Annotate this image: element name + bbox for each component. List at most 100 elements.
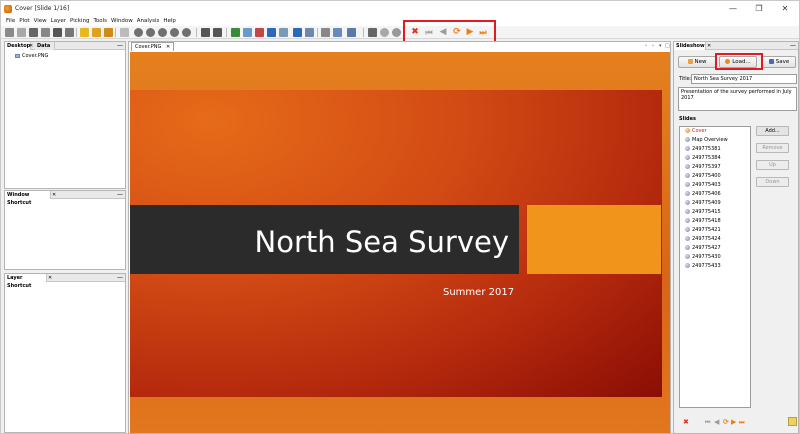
list-item[interactable]: 249775433 [685, 263, 721, 269]
tree-item-cover[interactable]: Cover.PNG [15, 53, 48, 59]
minimize-panel-icon[interactable]: — [117, 191, 123, 199]
maximize-icon[interactable]: □ [665, 43, 670, 49]
menu-picking[interactable]: Picking [68, 17, 91, 26]
list-item[interactable]: 249775403 [685, 182, 721, 188]
description-input[interactable]: Presentation of the survey performed in … [678, 87, 797, 111]
zoom-in-icon[interactable] [158, 28, 167, 37]
minimize-panel-icon[interactable]: — [117, 42, 123, 50]
scroll-right-icon[interactable]: › [652, 43, 654, 49]
save-button[interactable]: Save [762, 56, 796, 68]
zoom-out-icon[interactable] [146, 28, 155, 37]
tab-layer-shortcut[interactable]: Layer Shortcut [5, 274, 47, 289]
note-icon[interactable] [788, 417, 797, 426]
tab-window-shortcut[interactable]: Window Shortcut [5, 191, 51, 206]
slideshow-panel: Slideshow ✕ — New Load... Save Title: No… [673, 41, 799, 434]
slide-item-cover[interactable]: Cover [685, 128, 707, 134]
table-icon[interactable] [65, 28, 74, 37]
first-slide-icon[interactable]: ⏮ [705, 419, 710, 427]
tab-list-icon[interactable]: ▾ [659, 43, 662, 49]
list-item[interactable]: 249775424 [685, 236, 721, 242]
close-icon[interactable]: ✕ [29, 42, 33, 50]
stop-slideshow-icon[interactable]: ✖ [683, 418, 689, 426]
globe-icon[interactable] [347, 28, 356, 37]
zoom-in-icon[interactable] [182, 28, 191, 37]
chart-icon[interactable] [305, 28, 314, 37]
key-icon[interactable] [368, 28, 377, 37]
move-up-button[interactable]: Up [756, 160, 789, 170]
pointer-icon[interactable] [5, 28, 14, 37]
pan-icon[interactable] [213, 28, 222, 37]
close-icon[interactable]: ✕ [48, 274, 52, 282]
list-item[interactable]: 249775421 [685, 227, 721, 233]
pan-icon[interactable] [201, 28, 210, 37]
grid-icon[interactable] [17, 28, 26, 37]
menu-file[interactable]: File [4, 17, 17, 26]
menu-plot[interactable]: Plot [17, 17, 31, 26]
list-item[interactable]: 249775384 [685, 155, 721, 161]
list-item[interactable]: 249775430 [685, 254, 721, 260]
play-slideshow-icon[interactable]: ▶ [731, 418, 736, 426]
chart-icon[interactable] [293, 28, 302, 37]
slides-list[interactable]: Cover Map Overview 249775381 249775384 2… [679, 126, 751, 408]
table-icon[interactable] [53, 28, 62, 37]
loop-slideshow-icon[interactable]: ⟳ [723, 418, 729, 426]
camera-icon[interactable] [104, 28, 113, 37]
slide-dot-icon [685, 209, 690, 214]
slide-dot-icon [685, 128, 690, 133]
close-button[interactable]: ✕ [773, 2, 797, 15]
layers-icon[interactable] [321, 28, 330, 37]
list-item[interactable]: Map Overview [685, 137, 728, 143]
minimize-panel-icon[interactable]: — [117, 274, 123, 282]
chart-icon[interactable] [231, 28, 240, 37]
layers-icon[interactable] [29, 28, 38, 37]
zoom-in-icon[interactable] [134, 28, 143, 37]
tab-data[interactable]: Data [35, 42, 55, 50]
menu-window[interactable]: Window [109, 17, 135, 26]
maximize-button[interactable]: ❐ [747, 2, 771, 15]
bulb-icon[interactable] [380, 28, 389, 37]
minimize-button[interactable]: — [721, 2, 745, 15]
last-slide-icon[interactable]: ⏭ [739, 419, 744, 427]
tab-slideshow[interactable]: Slideshow [674, 42, 706, 50]
tab-cover-png[interactable]: Cover.PNG ✕ [131, 42, 175, 51]
close-icon[interactable]: ✕ [52, 191, 56, 199]
menu-help[interactable]: Help [161, 17, 178, 26]
move-down-button[interactable]: Down [756, 177, 789, 187]
previous-slide-icon[interactable]: ◀ [714, 418, 719, 426]
list-item[interactable]: 249775415 [685, 209, 721, 215]
settings-icon[interactable] [279, 28, 288, 37]
remove-slide-button[interactable]: Remove [756, 143, 789, 153]
close-icon[interactable]: ✕ [166, 44, 170, 50]
add-slide-button[interactable]: Add... [756, 126, 789, 136]
application-window: Cover [Slide 1/16] — ❐ ✕ File Plot View … [0, 0, 800, 434]
globe-icon[interactable] [333, 28, 342, 37]
zoom-out-icon[interactable] [170, 28, 179, 37]
list-item[interactable]: 249775418 [685, 218, 721, 224]
title-input[interactable]: North Sea Survey 2017 [691, 74, 797, 84]
menu-view[interactable]: View [32, 17, 49, 26]
slide-item-label: 249775427 [692, 245, 721, 251]
tab-desktop[interactable]: Desktop [5, 42, 31, 50]
list-item[interactable]: 249775409 [685, 200, 721, 206]
chart-icon[interactable] [243, 28, 252, 37]
slide-item-label: 249775409 [692, 200, 721, 206]
bulb-icon[interactable] [392, 28, 401, 37]
menu-tools[interactable]: Tools [91, 17, 109, 26]
menu-layer[interactable]: Layer [49, 17, 68, 26]
list-item[interactable]: 249775427 [685, 245, 721, 251]
list-item[interactable]: 249775381 [685, 146, 721, 152]
color-icon[interactable] [255, 28, 264, 37]
minimize-panel-icon[interactable]: — [790, 42, 796, 50]
table-icon[interactable] [41, 28, 50, 37]
folder-icon[interactable] [92, 28, 101, 37]
list-item[interactable]: 249775400 [685, 173, 721, 179]
close-icon[interactable]: ✕ [707, 42, 711, 50]
new-button[interactable]: New [678, 56, 716, 68]
scroll-left-icon[interactable]: ‹ [645, 43, 647, 49]
list-item[interactable]: 249775397 [685, 164, 721, 170]
list-item[interactable]: 249775406 [685, 191, 721, 197]
grid-icon[interactable] [120, 28, 129, 37]
menu-analysis[interactable]: Analysis [135, 17, 162, 26]
folder-icon[interactable] [80, 28, 89, 37]
settings-icon[interactable] [267, 28, 276, 37]
